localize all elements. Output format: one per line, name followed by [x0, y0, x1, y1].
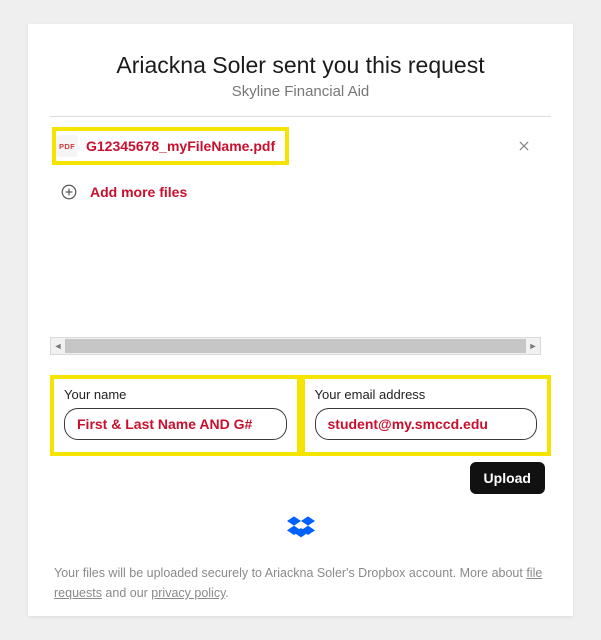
page-title: Ariackna Soler sent you this request — [50, 52, 551, 79]
footer-text: Your files will be uploaded securely to … — [50, 563, 551, 603]
add-more-label: Add more files — [90, 184, 187, 200]
upload-row: Upload — [50, 462, 551, 494]
upload-button[interactable]: Upload — [470, 462, 545, 494]
email-input[interactable] — [315, 408, 538, 440]
plus-circle-icon — [60, 183, 78, 201]
page-subtitle: Skyline Financial Aid — [50, 83, 551, 100]
file-highlight: PDF G12345678_myFileName.pdf — [52, 127, 289, 165]
logo-row — [50, 516, 551, 545]
dropbox-icon — [287, 516, 315, 545]
footer-post: . — [225, 586, 228, 600]
name-input[interactable] — [64, 408, 287, 440]
horizontal-scrollbar[interactable]: ◄ ► — [50, 337, 541, 355]
scrollbar-thumb[interactable] — [65, 339, 526, 353]
close-icon[interactable] — [513, 135, 535, 157]
file-area: PDF G12345678_myFileName.pdf Add more fi… — [50, 116, 551, 355]
footer-pre: Your files will be uploaded securely to … — [54, 566, 526, 580]
name-field-wrap: Your name — [50, 375, 301, 456]
form-row: Your name Your email address — [50, 375, 551, 456]
email-field-wrap: Your email address — [301, 375, 552, 456]
pdf-icon: PDF — [56, 135, 78, 157]
file-name: G12345678_myFileName.pdf — [86, 138, 275, 154]
privacy-policy-link[interactable]: privacy policy — [151, 586, 225, 600]
footer-mid: and our — [102, 586, 151, 600]
scroll-left-arrow-icon[interactable]: ◄ — [52, 338, 64, 354]
email-label: Your email address — [315, 387, 538, 402]
add-more-files[interactable]: Add more files — [50, 175, 539, 209]
upload-card: Ariackna Soler sent you this request Sky… — [28, 24, 573, 616]
file-row: PDF G12345678_myFileName.pdf — [50, 117, 539, 175]
name-label: Your name — [64, 387, 287, 402]
file-list: PDF G12345678_myFileName.pdf Add more fi… — [50, 117, 541, 337]
scroll-right-arrow-icon[interactable]: ► — [527, 338, 539, 354]
